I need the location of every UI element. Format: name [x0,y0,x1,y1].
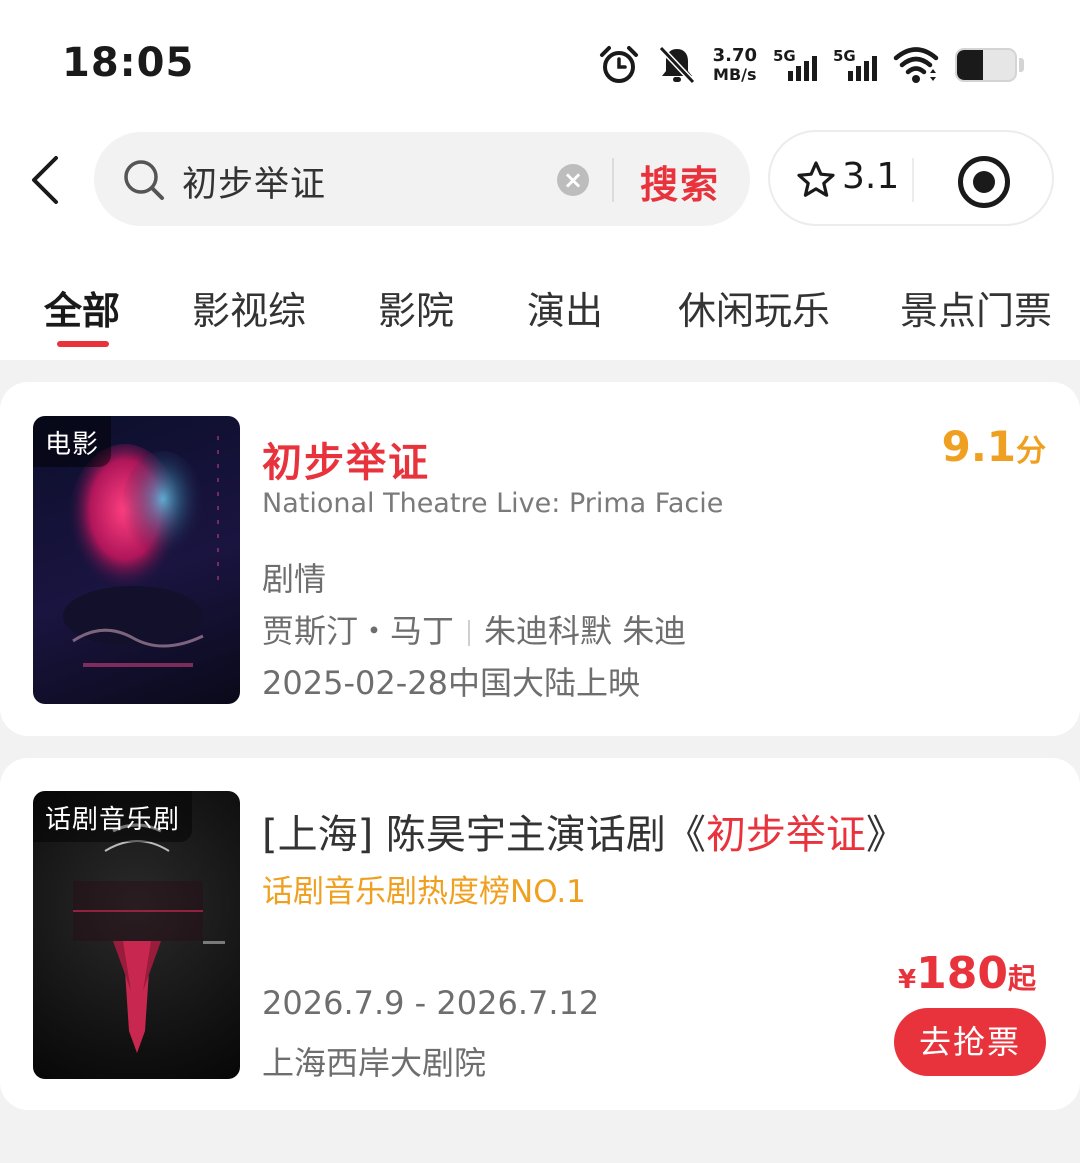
clear-icon[interactable]: × [557,164,589,196]
tab-attraction-tickets[interactable]: 景点门票 [900,280,1052,335]
movie-director: 贾斯汀・马丁 [262,612,455,650]
movie-credits: 贾斯汀・马丁 朱迪科默 朱迪 [262,606,686,652]
net-speed-value: 3.70 [712,45,757,66]
wifi-icon [893,45,939,85]
tab-shows[interactable]: 演出 [527,280,603,335]
tab-leisure[interactable]: 休闲玩乐 [678,280,830,335]
score-unit: 分 [1016,434,1046,469]
show-rank-badge[interactable]: 话剧音乐剧热度榜NO.1 [262,866,586,911]
rating-value[interactable]: 3.1 [842,156,899,197]
movie-release: 2025-02-28中国大陆上映 [262,664,640,702]
movie-title[interactable]: 初步举证 [262,430,430,488]
tab-active-indicator [57,341,109,347]
show-title[interactable]: [上海] 陈昊宇主演话剧《初步举证》 [262,802,906,860]
mini-program-capsule: 3.1 [768,130,1054,226]
status-time: 18:05 [62,40,195,86]
movie-genre: 剧情 [262,560,327,598]
status-icons: 3.70 MB/s 5G 5G [597,40,1024,90]
movie-score: 9.1分 [942,422,1046,471]
score-value: 9.1 [941,422,1016,471]
search-icon [122,158,166,206]
show-title-highlight: 初步举证 [705,812,866,858]
movie-original-title: National Theatre Live: Prima Facie [262,488,724,519]
show-title-suffix: 》 [865,812,906,858]
tab-all[interactable]: 全部 [44,280,120,335]
price-value: 180 [916,948,1008,999]
buy-ticket-button[interactable]: 去抢票 [894,1008,1046,1076]
search-button[interactable]: 搜索 [640,154,720,209]
net-speed-unit: MB/s [713,65,757,84]
tab-film-tv[interactable]: 影视综 [192,280,306,335]
search-box[interactable]: 初步举证 × 搜索 [94,132,750,226]
show-result-card[interactable]: 话剧音乐剧 [上海] 陈昊宇主演话剧《初步举证》 话剧音乐剧热度榜NO.1 20… [0,758,1080,1110]
movie-cast: 朱迪科默 朱迪 [484,612,687,650]
poster-tag: 电影 [33,416,112,467]
movie-poster[interactable]: 电影 [33,416,240,704]
star-icon[interactable] [796,160,836,204]
net-speed: 3.70 MB/s [713,46,757,84]
alarm-icon [597,43,641,87]
bell-muted-icon [657,44,697,86]
signal-sim1-icon: 5G [773,45,817,85]
show-price: ¥180起 [898,948,1036,999]
target-icon[interactable] [958,156,1010,208]
credits-divider [468,620,471,646]
show-poster[interactable]: 话剧音乐剧 [33,791,240,1079]
capsule-divider [912,158,914,202]
price-currency: ¥ [898,965,917,995]
poster-tag: 话剧音乐剧 [33,791,193,842]
movie-result-card[interactable]: 电影 初步举证 9.1分 National Theatre Live: Prim… [0,382,1080,736]
show-title-prefix: [上海] 陈昊宇主演话剧《 [262,812,706,858]
back-icon[interactable] [26,150,66,210]
search-divider [612,158,614,202]
show-dates: 2026.7.9 - 2026.7.12 [262,984,600,1022]
price-suffix: 起 [1007,962,1036,995]
battery-icon [955,48,1024,82]
show-venue: 上海西岸大剧院 [262,1044,487,1082]
signal-sim2-icon: 5G [833,45,877,85]
tab-cinema[interactable]: 影院 [378,280,454,335]
search-input[interactable]: 初步举证 [182,156,326,207]
